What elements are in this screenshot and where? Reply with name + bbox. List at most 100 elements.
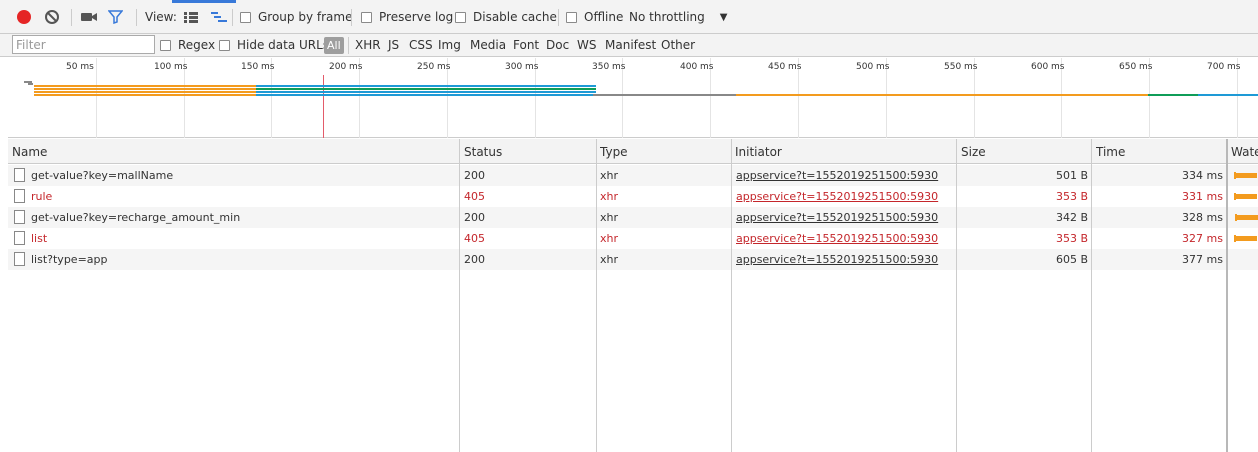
preserve-log-label: Preserve log — [379, 10, 454, 24]
column-header-type[interactable]: Type — [600, 139, 730, 164]
preserve-log-checkbox[interactable]: Preserve log — [361, 0, 453, 34]
timeline-overview[interactable]: 50 ms 100 ms 150 ms 200 ms 250 ms 300 ms 350 m… — [8, 58, 1258, 138]
clear-button[interactable] — [45, 0, 59, 34]
filter-toggle-button[interactable] — [108, 0, 123, 34]
type-filter-xhr[interactable]: XHR — [355, 37, 381, 54]
column-divider[interactable] — [596, 139, 597, 452]
checkbox-box[interactable] — [455, 11, 466, 23]
type-filter-font[interactable]: Font — [513, 37, 539, 54]
overview-request-bar — [256, 88, 596, 90]
cell-time: 328 ms — [1182, 211, 1223, 224]
toolbar-divider — [558, 9, 559, 26]
hide-data-urls-label: Hide data URLs — [237, 38, 330, 52]
cell-type: xhr — [600, 211, 619, 224]
cell-size: 342 B — [1055, 211, 1088, 224]
overview-request-bar — [34, 91, 256, 93]
overview-request-bar — [1198, 94, 1258, 96]
offline-checkbox[interactable]: Offline — [566, 0, 623, 34]
cell-status: 200 — [464, 169, 485, 182]
column-divider[interactable] — [956, 139, 957, 452]
column-header-waterfall[interactable]: Wate — [1231, 139, 1258, 164]
clear-icon — [45, 10, 59, 24]
waterfall-bar[interactable] — [1235, 173, 1257, 178]
overview-request-bar — [256, 94, 598, 96]
overview-tick-label: 50 ms — [66, 62, 94, 72]
waterfall-bar-start — [1235, 214, 1237, 221]
cell-initiator-link[interactable]: appservice?t=1552019251500:5930 — [736, 186, 954, 207]
table-header: Name Status Type Initiator Size Time Wat… — [8, 139, 1258, 164]
document-icon — [14, 210, 25, 224]
column-header-size[interactable]: Size — [961, 139, 1086, 164]
table-row[interactable]: list?type=app 200 xhr appservice?t=15520192… — [8, 249, 1258, 270]
throttling-select[interactable]: No throttling ▼ — [629, 0, 727, 34]
column-divider[interactable] — [1091, 139, 1092, 452]
checkbox-box[interactable] — [361, 11, 372, 23]
type-filter-doc[interactable]: Doc — [546, 37, 569, 54]
column-divider[interactable] — [731, 139, 732, 452]
screenshot-button[interactable] — [81, 0, 97, 34]
column-header-initiator[interactable]: Initiator — [735, 139, 950, 164]
type-filter-img[interactable]: Img — [438, 37, 461, 54]
waterfall-bar[interactable] — [1235, 194, 1257, 199]
waterfall-column-divider[interactable] — [1226, 139, 1228, 452]
regex-checkbox[interactable]: Regex — [160, 34, 215, 56]
chevron-down-icon: ▼ — [719, 11, 728, 23]
filter-input[interactable] — [12, 35, 155, 54]
overview-tick-label: 700 ms — [1207, 62, 1241, 72]
overview-request-bar — [28, 83, 33, 85]
hide-data-urls-checkbox[interactable]: Hide data URLs — [219, 34, 329, 56]
record-button[interactable] — [17, 0, 31, 34]
overview-tick-label: 550 ms — [944, 62, 978, 72]
type-filter-media[interactable]: Media — [470, 37, 506, 54]
view-label-text: View: — [145, 10, 177, 24]
overview-tick-label: 150 ms — [241, 62, 275, 72]
table-row[interactable]: get-value?key=mallName 200 xhr appservice?t… — [8, 165, 1258, 186]
cell-size: 353 B — [1055, 190, 1088, 203]
cell-size: 353 B — [1055, 232, 1088, 245]
cell-initiator-link[interactable]: appservice?t=1552019251500:5930 — [736, 207, 954, 228]
toolbar-divider — [136, 9, 137, 26]
type-filter-ws[interactable]: WS — [577, 37, 596, 54]
cell-size: 605 B — [1055, 253, 1088, 266]
overview-tick-label: 300 ms — [505, 62, 539, 72]
request-table: Name Status Type Initiator Size Time Wat… — [8, 139, 1258, 452]
group-by-frame-checkbox[interactable]: Group by frame — [240, 0, 352, 34]
type-filter-css[interactable]: CSS — [409, 37, 433, 54]
cell-initiator-link[interactable]: appservice?t=1552019251500:5930 — [736, 165, 954, 186]
cell-initiator-link[interactable]: appservice?t=1552019251500:5930 — [736, 249, 954, 270]
waterfall-bar[interactable] — [1236, 215, 1258, 220]
disable-cache-checkbox[interactable]: Disable cache — [455, 0, 557, 34]
column-header-name[interactable]: Name — [12, 139, 452, 164]
overview-request-bar — [736, 94, 1148, 96]
waterfall-bar-start — [1234, 193, 1236, 200]
type-filter-other[interactable]: Other — [661, 37, 695, 54]
table-row[interactable]: list 405 xhr appservice?t=1552019251500:593… — [8, 228, 1258, 249]
checkbox-box[interactable] — [160, 39, 171, 51]
document-icon — [14, 231, 25, 245]
cell-name: list?type=app — [31, 253, 108, 266]
cell-initiator-link[interactable]: appservice?t=1552019251500:5930 — [736, 228, 954, 249]
checkbox-box[interactable] — [219, 39, 230, 51]
checkbox-box[interactable] — [240, 11, 251, 23]
filter-bar: Regex Hide data URLs All XHR JS CSS Img … — [0, 34, 1258, 57]
column-header-status[interactable]: Status — [464, 139, 594, 164]
overview-request-bar — [1148, 94, 1198, 96]
waterfall-bar[interactable] — [1235, 236, 1257, 241]
overview-tick-label: 250 ms — [417, 62, 451, 72]
network-toolbar: View: Group by frame Preserve log Disabl… — [0, 0, 1258, 34]
checkbox-box[interactable] — [566, 11, 577, 23]
type-filter-js[interactable]: JS — [388, 37, 399, 54]
type-filter-manifest[interactable]: Manifest — [605, 37, 656, 54]
table-row[interactable]: rule 405 xhr appservice?t=1552019251500:593… — [8, 186, 1258, 207]
offline-label: Offline — [584, 10, 624, 24]
column-header-time[interactable]: Time — [1096, 139, 1221, 164]
large-rows-button[interactable] — [184, 0, 198, 34]
type-filter-all[interactable]: All — [324, 37, 344, 54]
show-overview-button[interactable] — [211, 0, 227, 34]
cell-name: rule — [31, 190, 53, 203]
column-divider[interactable] — [459, 139, 460, 452]
throttling-value: No throttling — [629, 10, 705, 24]
table-row[interactable]: get-value?key=recharge_amount_min 200 xhr a… — [8, 207, 1258, 228]
cell-name: get-value?key=recharge_amount_min — [31, 211, 241, 224]
overview-request-bar — [256, 85, 596, 87]
